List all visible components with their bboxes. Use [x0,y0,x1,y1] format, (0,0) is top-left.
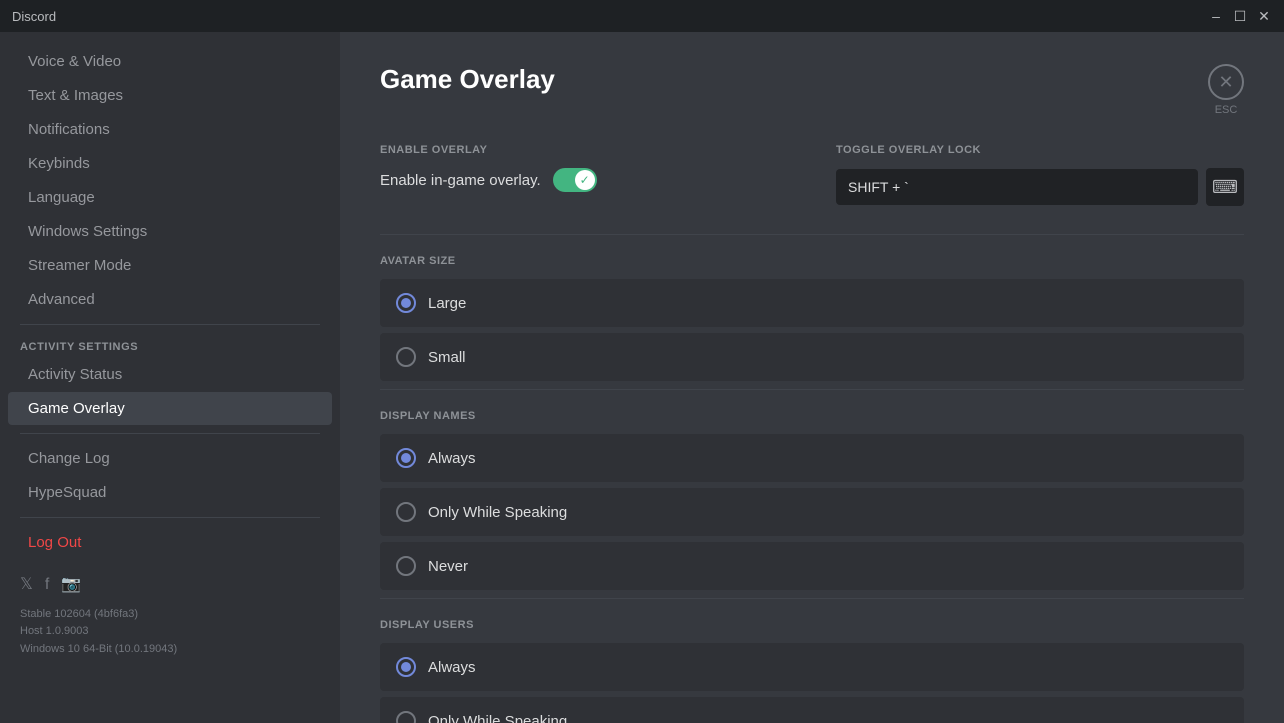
radio-circle-names-always [396,448,416,468]
page-header: Game Overlay ✕ ESC [380,64,1244,116]
version-info: Stable 102604 (4bf6fa3) [20,606,320,624]
section-divider-1 [380,234,1244,235]
keybind-input[interactable] [836,169,1198,205]
radio-circle-large [396,293,416,313]
display-names-only-while-speaking[interactable]: Only While Speaking [380,488,1244,536]
enable-overlay-col: ENABLE OVERLAY Enable in-game overlay. ✓ [380,144,788,206]
radio-circle-names-never [396,556,416,576]
sidebar: Voice & Video Text & Images Notification… [0,32,340,723]
app-title: Discord [12,9,56,24]
avatar-large-label: Large [428,295,466,312]
sidebar-item-hypesquad[interactable]: HypeSquad [8,476,332,509]
avatar-size-large[interactable]: Large [380,279,1244,327]
display-users-always[interactable]: Always [380,643,1244,691]
display-names-speaking-label: Only While Speaking [428,504,567,521]
main-content: Game Overlay ✕ ESC ENABLE OVERLAY Enable… [340,32,1284,723]
close-button[interactable]: ✕ [1208,64,1244,100]
sidebar-nav-top: Voice & Video Text & Images Notification… [0,45,340,316]
display-names-never[interactable]: Never [380,542,1244,590]
keybind-row: ⌨ [836,168,1244,206]
instagram-icon[interactable]: 📷 [61,572,81,598]
display-users-speaking-label: Only While Speaking [428,713,567,723]
radio-circle-users-always [396,657,416,677]
section-divider-3 [380,598,1244,599]
sidebar-item-advanced[interactable]: Advanced [8,283,332,316]
toggle-knob: ✓ [575,170,595,190]
sidebar-item-change-log[interactable]: Change Log [8,442,332,475]
logout-button[interactable]: Log Out [8,526,332,559]
os-info: Windows 10 64-Bit (10.0.19043) [20,641,320,659]
sidebar-footer: 𝕏 f 📷 Stable 102604 (4bf6fa3) Host 1.0.9… [0,560,340,670]
sidebar-divider-2 [20,433,320,434]
section-divider-2 [380,389,1244,390]
esc-label: ESC [1215,104,1238,116]
sidebar-item-text-images[interactable]: Text & Images [8,79,332,112]
window-close-button[interactable]: ✕ [1256,8,1272,24]
display-users-section: DISPLAY USERS Always Only While Speaking [380,619,1244,723]
radio-circle-small [396,347,416,367]
facebook-icon[interactable]: f [45,572,49,598]
host-info: Host 1.0.9003 [20,623,320,641]
keybind-keyboard-button[interactable]: ⌨ [1206,168,1244,206]
sidebar-item-streamer-mode[interactable]: Streamer Mode [8,249,332,282]
overlay-settings-row: ENABLE OVERLAY Enable in-game overlay. ✓… [380,144,1244,206]
maximize-button[interactable]: ☐ [1232,8,1248,24]
toggle-overlay-lock-heading: TOGGLE OVERLAY LOCK [836,144,1244,156]
sidebar-item-keybinds[interactable]: Keybinds [8,147,332,180]
close-icon: ✕ [1218,73,1233,91]
display-names-never-label: Never [428,558,468,575]
sidebar-item-notifications[interactable]: Notifications [8,113,332,146]
radio-circle-users-speaking [396,711,416,723]
titlebar: Discord – ☐ ✕ [0,0,1284,32]
avatar-size-section: AVATAR SIZE Large Small [380,255,1244,381]
sidebar-item-windows-settings[interactable]: Windows Settings [8,215,332,248]
enable-overlay-text: Enable in-game overlay. [380,172,541,189]
enable-overlay-toggle[interactable]: ✓ [553,168,597,192]
window-controls: – ☐ ✕ [1208,8,1272,24]
enable-overlay-row: Enable in-game overlay. ✓ [380,168,788,192]
sidebar-item-game-overlay[interactable]: Game Overlay [8,392,332,425]
display-users-heading: DISPLAY USERS [380,619,1244,631]
display-names-always-label: Always [428,450,476,467]
sidebar-item-voice-video[interactable]: Voice & Video [8,45,332,78]
sidebar-divider-3 [20,517,320,518]
display-names-always[interactable]: Always [380,434,1244,482]
twitter-icon[interactable]: 𝕏 [20,572,33,598]
app-layout: Voice & Video Text & Images Notification… [0,32,1284,723]
display-names-section: DISPLAY NAMES Always Only While Speaking… [380,410,1244,590]
sidebar-divider-1 [20,324,320,325]
display-users-always-label: Always [428,659,476,676]
sidebar-item-language[interactable]: Language [8,181,332,214]
page-title: Game Overlay [380,64,555,95]
avatar-size-small[interactable]: Small [380,333,1244,381]
minimize-button[interactable]: – [1208,8,1224,24]
enable-overlay-heading: ENABLE OVERLAY [380,144,788,156]
display-users-only-while-speaking[interactable]: Only While Speaking [380,697,1244,723]
avatar-small-label: Small [428,349,466,366]
activity-settings-header: ACTIVITY SETTINGS [0,333,340,357]
social-links: 𝕏 f 📷 [20,572,320,598]
radio-circle-names-speaking [396,502,416,522]
avatar-size-heading: AVATAR SIZE [380,255,1244,267]
toggle-overlay-lock-col: TOGGLE OVERLAY LOCK ⌨ [836,144,1244,206]
sidebar-item-activity-status[interactable]: Activity Status [8,358,332,391]
display-names-heading: DISPLAY NAMES [380,410,1244,422]
close-section: ✕ ESC [1208,64,1244,116]
